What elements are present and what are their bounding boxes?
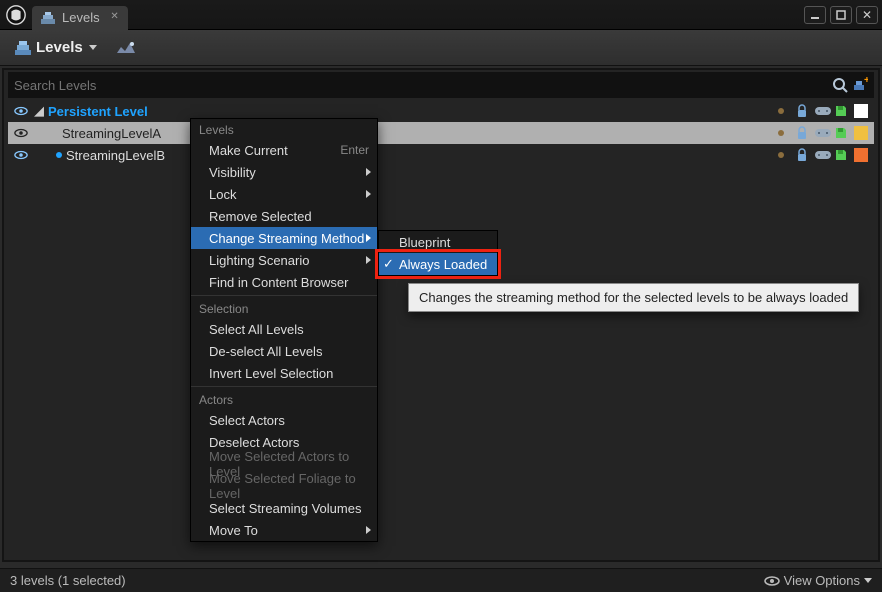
submenu-arrow-icon — [366, 526, 371, 534]
toolbar: Levels — [0, 30, 882, 66]
menu-group-actors: Actors — [191, 389, 377, 409]
check-icon: ✓ — [383, 256, 394, 272]
level-details-button[interactable] — [109, 35, 143, 61]
submenu-item-blueprint[interactable]: Blueprint — [379, 231, 497, 253]
submenu-streaming-method: Blueprint ✓Always Loaded — [378, 230, 498, 276]
close-button[interactable]: ✕ — [856, 6, 878, 24]
status-text: 3 levels (1 selected) — [10, 573, 126, 588]
menu-item-deselect-all-levels[interactable]: De-select All Levels — [191, 340, 377, 362]
menu-group-levels: Levels — [191, 119, 377, 139]
level-row-persistent[interactable]: ◢ Persistent Level — [8, 100, 874, 122]
visibility-icon[interactable] — [14, 126, 28, 140]
menu-item-make-current[interactable]: Make CurrentEnter — [191, 139, 377, 161]
lock-icon[interactable] — [794, 148, 810, 162]
dirty-indicator-icon — [778, 130, 784, 136]
visibility-icon[interactable] — [14, 104, 28, 118]
streaming-dot-icon — [56, 152, 62, 158]
save-icon[interactable] — [834, 148, 850, 162]
menu-item-select-all-levels[interactable]: Select All Levels — [191, 318, 377, 340]
level-label: Persistent Level — [48, 104, 148, 119]
maximize-button[interactable] — [830, 6, 852, 24]
menu-item-find-in-content-browser[interactable]: Find in Content Browser — [191, 271, 377, 293]
eye-icon — [764, 575, 780, 587]
menu-item-visibility[interactable]: Visibility — [191, 161, 377, 183]
levels-icon — [14, 39, 32, 57]
visibility-icon[interactable] — [14, 148, 28, 162]
dirty-indicator-icon — [778, 152, 784, 158]
level-row[interactable]: StreamingLevelA — [8, 122, 874, 144]
menu-item-lock[interactable]: Lock — [191, 183, 377, 205]
window-tab-levels[interactable]: Levels ✕ — [32, 6, 128, 30]
menu-item-lighting-scenario[interactable]: Lighting Scenario — [191, 249, 377, 271]
search-input[interactable] — [14, 78, 190, 93]
dirty-indicator-icon — [778, 108, 784, 114]
gamepad-icon[interactable] — [814, 104, 830, 118]
menu-item-move-to[interactable]: Move To — [191, 519, 377, 541]
window-tab-label: Levels — [62, 10, 100, 25]
lock-icon[interactable] — [794, 104, 810, 118]
menu-item-change-streaming[interactable]: Change Streaming Method — [191, 227, 377, 249]
minimize-button[interactable] — [804, 6, 826, 24]
view-options-label: View Options — [784, 573, 860, 588]
app-logo-icon — [4, 3, 28, 27]
level-label: StreamingLevelB — [66, 148, 165, 163]
submenu-arrow-icon — [366, 168, 371, 176]
gamepad-icon[interactable] — [814, 126, 830, 140]
status-bar: 3 levels (1 selected) View Options — [0, 568, 882, 592]
menu-item-move-foliage: Move Selected Foliage to Level — [191, 475, 377, 497]
search-row: + — [8, 72, 874, 98]
level-color-chip[interactable] — [854, 126, 868, 140]
levels-dropdown-button[interactable]: Levels — [8, 35, 103, 61]
level-color-chip[interactable] — [854, 104, 868, 118]
gamepad-icon[interactable] — [814, 148, 830, 162]
window-controls: ✕ — [804, 6, 878, 24]
level-tree: ◢ Persistent Level StreamingLevelA — [8, 100, 874, 166]
levels-panel: + ◢ Persistent Level StreamingLevelA — [2, 68, 880, 562]
add-level-icon[interactable]: + — [852, 77, 868, 93]
level-label: StreamingLevelA — [62, 126, 161, 141]
svg-text:+: + — [864, 77, 868, 86]
menu-group-selection: Selection — [191, 298, 377, 318]
menu-item-select-streaming-volumes[interactable]: Select Streaming Volumes — [191, 497, 377, 519]
expand-icon[interactable]: ◢ — [34, 103, 44, 119]
view-options-button[interactable]: View Options — [764, 573, 872, 588]
submenu-arrow-icon — [366, 190, 371, 198]
menu-item-remove-selected[interactable]: Remove Selected — [191, 205, 377, 227]
submenu-item-always-loaded[interactable]: ✓Always Loaded — [379, 253, 497, 275]
chevron-down-icon — [89, 45, 97, 50]
levels-tab-icon — [40, 10, 56, 26]
level-color-chip[interactable] — [854, 148, 868, 162]
close-tab-icon[interactable]: ✕ — [108, 10, 122, 24]
save-icon[interactable] — [834, 104, 850, 118]
tooltip: Changes the streaming method for the sel… — [408, 283, 859, 312]
level-row[interactable]: StreamingLevelB — [8, 144, 874, 166]
submenu-arrow-icon — [366, 234, 371, 242]
context-menu: Levels Make CurrentEnter Visibility Lock… — [190, 118, 378, 542]
menu-item-select-actors[interactable]: Select Actors — [191, 409, 377, 431]
menu-item-invert-selection[interactable]: Invert Level Selection — [191, 362, 377, 384]
chevron-down-icon — [864, 578, 872, 583]
title-bar: Levels ✕ ✕ — [0, 0, 882, 30]
search-icon[interactable] — [832, 77, 848, 93]
save-icon[interactable] — [834, 126, 850, 140]
levels-dropdown-label: Levels — [36, 39, 83, 56]
submenu-arrow-icon — [366, 256, 371, 264]
lock-icon[interactable] — [794, 126, 810, 140]
